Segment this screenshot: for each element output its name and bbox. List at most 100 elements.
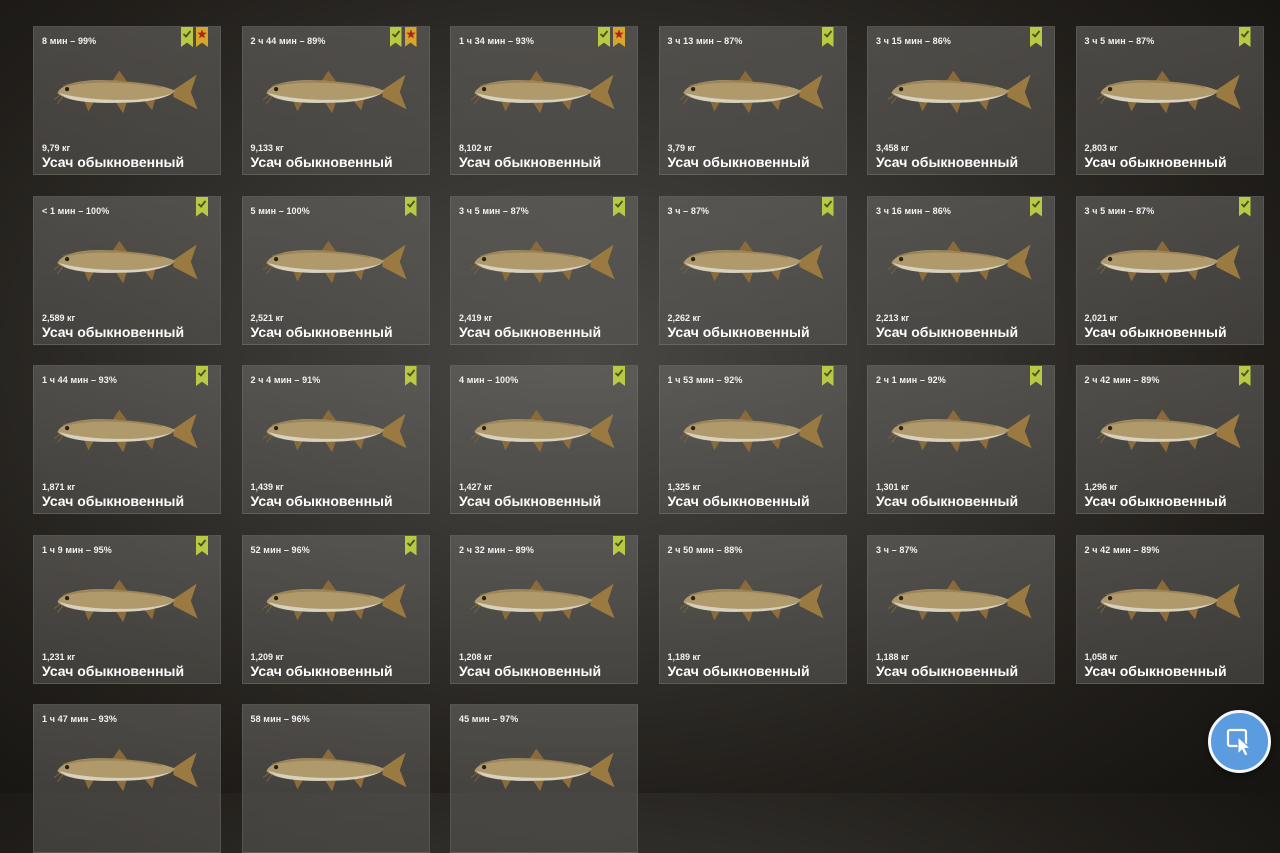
check-badge-icon: [1030, 27, 1042, 47]
check-badge-icon: [1238, 366, 1251, 386]
barbel-fish-icon: [53, 402, 202, 460]
achievement-badges: [821, 27, 834, 47]
catch-weight: 1,208 кг: [459, 651, 493, 662]
fish-species-name: Усач обыкновенный: [459, 493, 602, 509]
barbel-fish-icon: [1095, 63, 1245, 121]
catch-weight: 2,521 кг: [250, 312, 284, 323]
catch-card[interactable]: 52 мин – 96% 1,209 кг Усач обыкновенный: [241, 534, 430, 684]
catch-time-quality: 2 ч 44 мин – 89%: [250, 36, 326, 46]
catch-weight: 1,058 кг: [1084, 651, 1118, 662]
catch-card[interactable]: 3 ч 5 мин – 87% 2,803 кг Усач обыкновенны…: [1075, 26, 1264, 175]
catch-card[interactable]: 2 ч 42 мин – 89% 1,296 кг Усач обыкновенн…: [1075, 365, 1264, 514]
barbel-fish-icon: [470, 63, 619, 121]
achievement-badges: [196, 535, 208, 556]
catch-card[interactable]: 1 ч 34 мин – 93% 8,102 кг Усач обыкновенн…: [450, 26, 638, 175]
achievement-badges: [613, 366, 625, 386]
catch-card[interactable]: 3 ч 13 мин – 87% 3,79 кг Усач обыкновенны…: [658, 26, 847, 175]
barbel-fish-icon: [678, 402, 828, 460]
fish-species-name: Усач обыкновенный: [876, 493, 1019, 509]
catch-weight: 2,262 кг: [667, 312, 701, 323]
catch-weight: 2,021 кг: [1084, 312, 1118, 323]
cursor-pointer-icon: [1226, 728, 1251, 757]
check-badge-icon: [1238, 27, 1251, 47]
star-badge-icon: [613, 27, 625, 47]
catch-card[interactable]: 2 ч 1 мин – 92% 1,301 кг Усач обыкновенны…: [867, 365, 1055, 514]
catch-time-quality: 1 ч 9 мин – 95%: [42, 544, 112, 555]
catch-card[interactable]: < 1 мин – 100% 2,589 кг Усач обыкновенный: [33, 195, 221, 345]
barbel-fish-icon: [887, 63, 1036, 121]
check-badge-icon: [196, 196, 208, 217]
fish-species-name: Усач обыкновенный: [42, 154, 185, 170]
catch-time-quality: 2 ч 42 мин – 89%: [1084, 375, 1160, 385]
barbel-fish-icon: [678, 233, 828, 291]
catch-card[interactable]: 3 ч 16 мин – 86% 2,213 кг Усач обыкновенн…: [867, 195, 1055, 345]
fish-species-name: Усач обыкновенный: [1084, 493, 1227, 509]
catch-card[interactable]: 3 ч 5 мин – 87% 2,021 кг Усач обыкновенны…: [1075, 195, 1264, 345]
catch-weight: 1,296 кг: [1084, 482, 1118, 492]
fish-species-name: Усач обыкновенный: [42, 323, 185, 340]
catch-card[interactable]: 2 ч 44 мин – 89% 9,133 кг Усач обыкновенн…: [241, 26, 430, 175]
catch-card[interactable]: 3 ч – 87% 1,188 кг Усач обыкновенный: [867, 534, 1055, 684]
catch-card[interactable]: 3 ч 15 мин – 86% 3,458 кг Усач обыкновенн…: [867, 26, 1055, 175]
achievement-badges: [1030, 366, 1042, 386]
catch-card[interactable]: 58 мин – 96%: [241, 704, 430, 853]
barbel-fish-icon: [53, 741, 202, 799]
catch-card[interactable]: 1 ч 53 мин – 92% 1,325 кг Усач обыкновенн…: [658, 365, 847, 514]
check-badge-icon: [404, 196, 417, 217]
fish-species-name: Усач обыкновенный: [459, 323, 602, 340]
floating-cursor-button[interactable]: [1208, 710, 1271, 773]
catch-card[interactable]: 8 мин – 99% 9,79 кг Усач обыкновенный: [33, 26, 221, 175]
catch-weight: 9,133 кг: [250, 143, 284, 153]
catch-weight: 3,79 кг: [667, 143, 696, 153]
check-badge-icon: [404, 366, 417, 386]
catch-card[interactable]: 2 ч 50 мин – 88% 1,189 кг Усач обыкновенн…: [658, 534, 847, 684]
catch-weight: 1,301 кг: [876, 482, 910, 492]
catch-card[interactable]: 2 ч 32 мин – 89% 1,208 кг Усач обыкновенн…: [450, 534, 638, 684]
catch-time-quality: 2 ч 1 мин – 92%: [876, 375, 946, 385]
achievement-badges: [404, 535, 417, 556]
achievement-badges: [821, 366, 834, 386]
fish-species-name: Усач обыкновенный: [876, 662, 1019, 679]
catch-card[interactable]: 1 ч 9 мин – 95% 1,231 кг Усач обыкновенны…: [33, 534, 221, 684]
check-badge-icon: [196, 535, 208, 556]
barbel-fish-icon: [261, 63, 411, 121]
star-badge-icon: [196, 27, 208, 47]
catch-card[interactable]: 1 ч 44 мин – 93% 1,871 кг Усач обыкновенн…: [33, 365, 221, 514]
catch-time-quality: < 1 мин – 100%: [42, 205, 110, 216]
check-badge-icon: [613, 196, 625, 217]
barbel-fish-icon: [261, 572, 411, 630]
check-badge-icon: [404, 535, 417, 556]
barbel-fish-icon: [1095, 402, 1245, 460]
fish-species-name: Усач обыкновенный: [667, 323, 810, 340]
catch-card[interactable]: 4 мин – 100% 1,427 кг Усач обыкновенный: [450, 365, 638, 514]
achievement-badges: [389, 27, 417, 47]
barbel-fish-icon: [261, 741, 411, 799]
achievement-badges: [613, 535, 625, 556]
catch-weight: 2,803 кг: [1084, 143, 1118, 153]
fish-species-name: Усач обыкновенный: [250, 493, 393, 509]
catch-card[interactable]: 2 ч 42 мин – 89% 1,058 кг Усач обыкновенн…: [1075, 534, 1264, 684]
catch-card[interactable]: 2 ч 4 мин – 91% 1,439 кг Усач обыкновенны…: [241, 365, 430, 514]
barbel-fish-icon: [887, 402, 1036, 460]
catch-card[interactable]: 45 мин – 97%: [450, 704, 638, 853]
catch-card[interactable]: 1 ч 47 мин – 93%: [33, 704, 221, 853]
catch-weight: 1,427 кг: [459, 482, 493, 492]
catch-weight: 2,589 кг: [42, 312, 76, 323]
catch-weight: 8,102 кг: [459, 143, 493, 153]
barbel-fish-icon: [261, 233, 411, 291]
catch-card[interactable]: 3 ч 5 мин – 87% 2,419 кг Усач обыкновенны…: [450, 195, 638, 345]
catch-time-quality: 3 ч 5 мин – 87%: [1084, 36, 1155, 46]
barbel-fish-icon: [887, 572, 1036, 630]
catch-card[interactable]: 3 ч – 87% 2,262 кг Усач обыкновенный: [658, 195, 847, 345]
catch-card[interactable]: 5 мин – 100% 2,521 кг Усач обыкновенный: [241, 195, 430, 345]
catch-weight: 1,189 кг: [667, 651, 701, 662]
achievement-badges: [404, 196, 417, 217]
achievement-badges: [1238, 196, 1251, 217]
check-badge-icon: [1030, 196, 1042, 217]
fish-species-name: Усач обыкновенный: [1084, 154, 1227, 170]
fish-species-name: Усач обыкновенный: [459, 662, 602, 679]
catch-time-quality: 1 ч 34 мин – 93%: [459, 36, 534, 46]
achievement-badges: [1030, 196, 1042, 217]
barbel-fish-icon: [1095, 233, 1245, 291]
barbel-fish-icon: [470, 741, 619, 799]
